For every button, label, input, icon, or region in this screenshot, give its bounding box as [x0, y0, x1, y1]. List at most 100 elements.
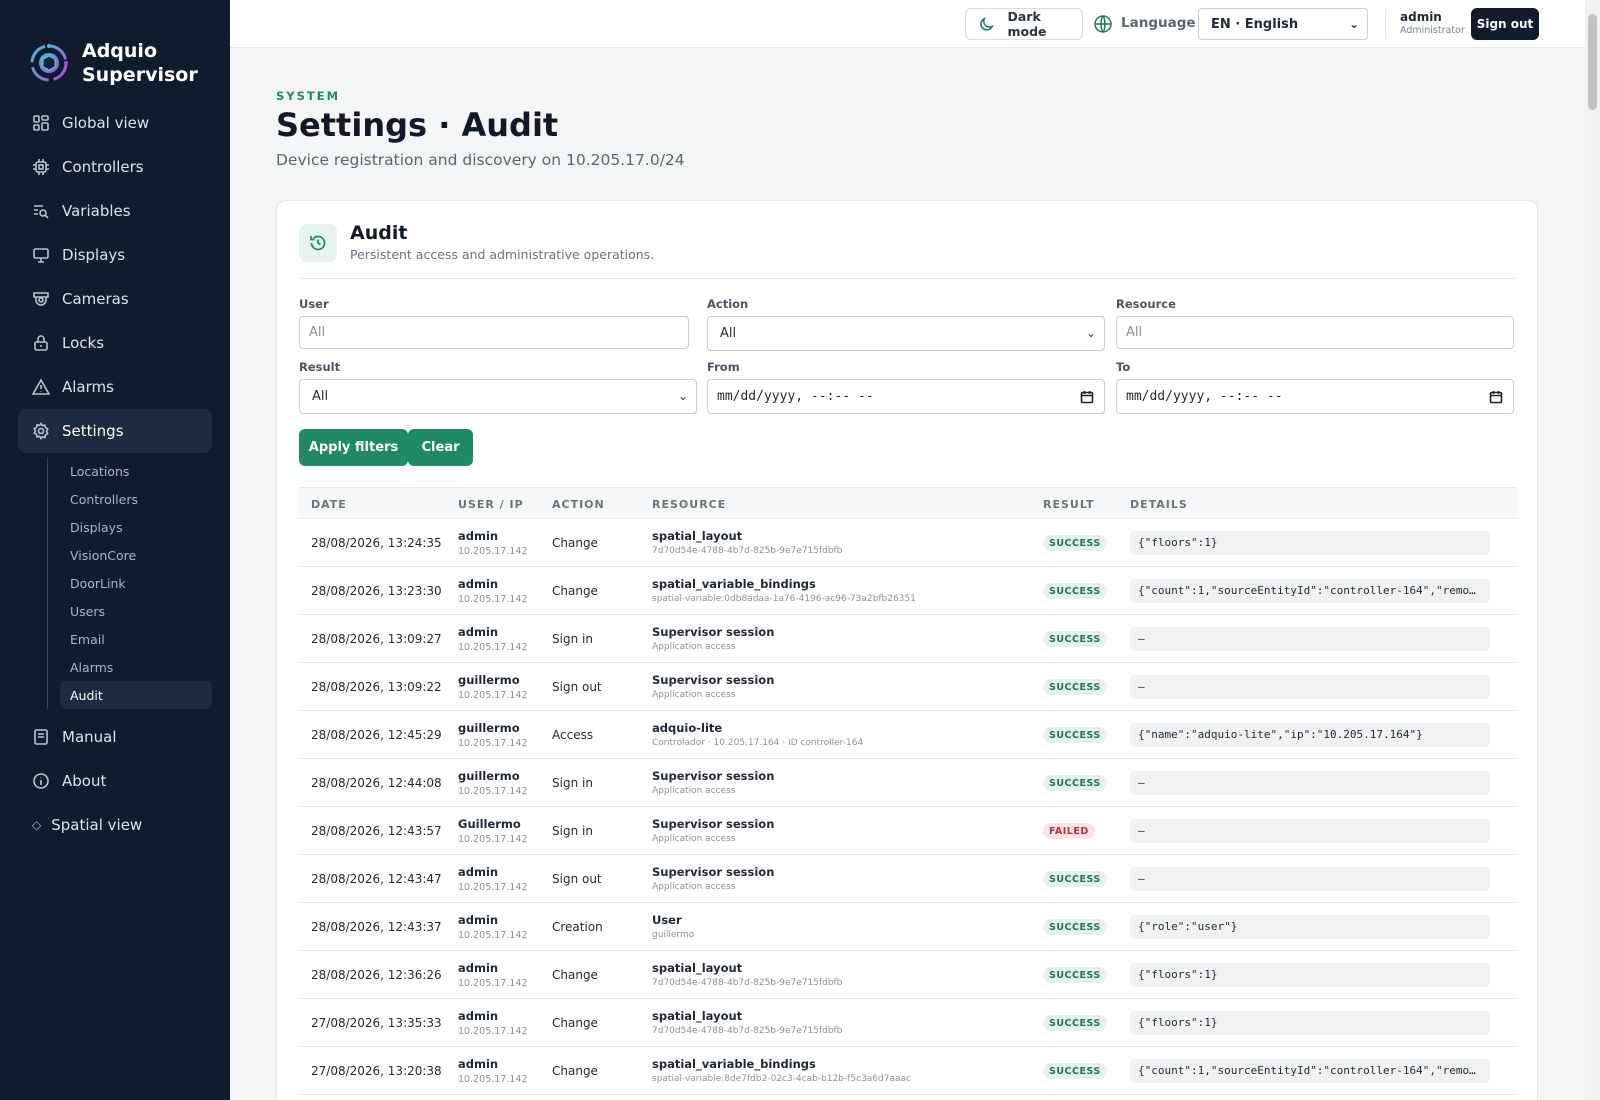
nav-item-label: Cameras — [62, 290, 129, 308]
row-user: guillermo — [458, 769, 520, 783]
row-action: Change — [552, 1016, 598, 1030]
row-action: Sign in — [552, 824, 593, 838]
to-date-input[interactable]: mm/dd/yyyy, --:-- -- — [1116, 379, 1514, 414]
nav-item-label: Locks — [62, 334, 105, 352]
nav-item-label: Global view — [62, 114, 150, 132]
row-ip: 10.205.17.142 — [458, 978, 528, 989]
subnav-item-email[interactable]: Email — [60, 625, 212, 653]
subnav-item-doorlink[interactable]: DoorLink — [60, 569, 212, 597]
row-user: admin — [458, 577, 499, 591]
settings-subnav: Locations Controllers Displays VisionCor… — [47, 457, 212, 709]
row-resource: spatial_layout — [652, 1009, 743, 1023]
user-info: admin Administrator — [1400, 10, 1465, 36]
to-date-value: mm/dd/yyyy, --:-- -- — [1126, 389, 1283, 404]
brand[interactable]: Adquio Supervisor — [0, 0, 230, 100]
subnav-item-alarms[interactable]: Alarms — [60, 653, 212, 681]
nav-item-cameras[interactable]: Cameras — [18, 277, 212, 321]
table-row[interactable]: 28/08/2026, 13:24:35 admin 10.205.17.142… — [299, 519, 1517, 567]
card-subtitle: Persistent access and administrative ope… — [350, 247, 655, 262]
user-filter-input[interactable]: All — [299, 316, 689, 349]
nav-item-manual[interactable]: Manual — [18, 715, 212, 759]
table-row[interactable]: 28/08/2026, 13:23:30 admin 10.205.17.142… — [299, 567, 1517, 615]
row-resource-sub: Application access — [652, 834, 736, 844]
clear-filters-button[interactable]: Clear — [408, 429, 473, 466]
row-action: Sign in — [552, 776, 593, 790]
table-row[interactable]: 28/08/2026, 12:45:29 guillermo 10.205.17… — [299, 711, 1517, 759]
table-row[interactable]: 28/08/2026, 13:09:27 admin 10.205.17.142… — [299, 615, 1517, 663]
nav-item-settings[interactable]: Settings — [18, 409, 212, 453]
row-resource: spatial_layout — [652, 961, 743, 975]
row-details: {"floors":1} — [1130, 963, 1490, 987]
user-role: Administrator — [1400, 25, 1465, 36]
table-row[interactable]: 27/08/2026, 13:35:33 admin 10.205.17.142… — [299, 999, 1517, 1047]
row-user: admin — [458, 529, 499, 543]
subnav-item-users[interactable]: Users — [60, 597, 212, 625]
row-resource-sub: spatial-variable:0db8adaa-1a76-4196-ac96… — [652, 594, 916, 604]
dark-mode-label: Dark mode — [1007, 9, 1047, 39]
row-date: 28/08/2026, 12:36:26 — [311, 968, 442, 982]
table-row[interactable]: 28/08/2026, 12:43:57 Guillermo 10.205.17… — [299, 807, 1517, 855]
table-row[interactable]: 28/08/2026, 12:43:47 admin 10.205.17.142… — [299, 855, 1517, 903]
result-filter-select[interactable]: All ⌄ — [299, 379, 697, 414]
nav-item-locks[interactable]: Locks — [18, 321, 212, 365]
col-date: DATE — [311, 498, 347, 511]
row-date: 28/08/2026, 12:43:37 — [311, 920, 442, 934]
row-action: Change — [552, 968, 598, 982]
to-filter-label: To — [1116, 360, 1131, 374]
row-resource-sub: Controlador · 10.205.17.164 · ID control… — [652, 738, 864, 748]
from-date-input[interactable]: mm/dd/yyyy, --:-- -- — [707, 379, 1105, 414]
subnav-item-visioncore[interactable]: VisionCore — [60, 541, 212, 569]
calendar-icon[interactable] — [1489, 390, 1503, 404]
table-row[interactable]: 28/08/2026, 12:44:08 guillermo 10.205.17… — [299, 759, 1517, 807]
apply-filters-button[interactable]: Apply filters — [299, 429, 408, 466]
table-row[interactable]: 28/08/2026, 13:09:22 guillermo 10.205.17… — [299, 663, 1517, 711]
table-row[interactable]: 28/08/2026, 12:43:37 admin 10.205.17.142… — [299, 903, 1517, 951]
action-filter-select[interactable]: All ⌄ — [707, 316, 1105, 351]
book-icon — [32, 728, 50, 746]
row-ip: 10.205.17.142 — [458, 690, 528, 701]
resource-filter-input[interactable]: All — [1116, 316, 1514, 349]
nav-item-variables[interactable]: Variables — [18, 189, 212, 233]
nav-item-about[interactable]: About — [18, 759, 212, 803]
nav-item-displays[interactable]: Displays — [18, 233, 212, 277]
status-badge: FAILED — [1043, 823, 1095, 839]
nav-item-spatial-view[interactable]: ◇ Spatial view — [18, 803, 212, 847]
subnav-item-locations[interactable]: Locations — [60, 457, 212, 485]
row-user: admin — [458, 1009, 499, 1023]
status-badge: SUCCESS — [1043, 727, 1107, 743]
col-user-ip: USER / IP — [458, 498, 524, 511]
row-resource: Supervisor session — [652, 865, 775, 879]
brand-name: Adquio Supervisor — [82, 40, 198, 86]
nav-item-global-view[interactable]: Global view — [18, 101, 212, 145]
page-scrollbar[interactable] — [1585, 0, 1600, 1100]
row-resource-sub: Application access — [652, 786, 736, 796]
row-details: {"count":1,"sourceEntityId":"controller-… — [1130, 579, 1490, 603]
row-resource: Supervisor session — [652, 769, 775, 783]
table-row[interactable]: 27/08/2026, 13:20:38 admin 10.205.17.142… — [299, 1047, 1517, 1095]
table-row[interactable]: 28/08/2026, 12:36:26 admin 10.205.17.142… — [299, 951, 1517, 999]
sign-out-button[interactable]: Sign out — [1471, 8, 1539, 40]
status-badge: SUCCESS — [1043, 631, 1107, 647]
row-action: Access — [552, 728, 594, 742]
calendar-icon[interactable] — [1080, 390, 1094, 404]
row-user: admin — [458, 865, 499, 879]
subnav-item-displays[interactable]: Displays — [60, 513, 212, 541]
row-ip: 10.205.17.142 — [458, 930, 528, 941]
nav-item-label: Manual — [62, 728, 117, 746]
language-select[interactable]: EN · English ⌄ — [1198, 8, 1368, 40]
row-ip: 10.205.17.142 — [458, 546, 528, 557]
moon-icon — [980, 17, 994, 31]
warning-icon — [32, 378, 50, 396]
nav-item-alarms[interactable]: Alarms — [18, 365, 212, 409]
row-resource-sub: 7d70d54e-4788-4b7d-825b-9e7e715fdbfb — [652, 1026, 843, 1036]
scrollbar-thumb[interactable] — [1588, 14, 1597, 110]
dark-mode-button[interactable]: Dark mode — [965, 8, 1083, 40]
chevron-down-icon: ⌄ — [1085, 326, 1096, 340]
nav-item-controllers[interactable]: Controllers — [18, 145, 212, 189]
status-badge: SUCCESS — [1043, 967, 1107, 983]
result-filter-label: Result — [299, 360, 341, 374]
subnav-item-controllers[interactable]: Controllers — [60, 485, 212, 513]
subnav-item-audit[interactable]: Audit — [60, 681, 212, 709]
status-badge: SUCCESS — [1043, 679, 1107, 695]
nav-item-label: Displays — [62, 246, 126, 264]
